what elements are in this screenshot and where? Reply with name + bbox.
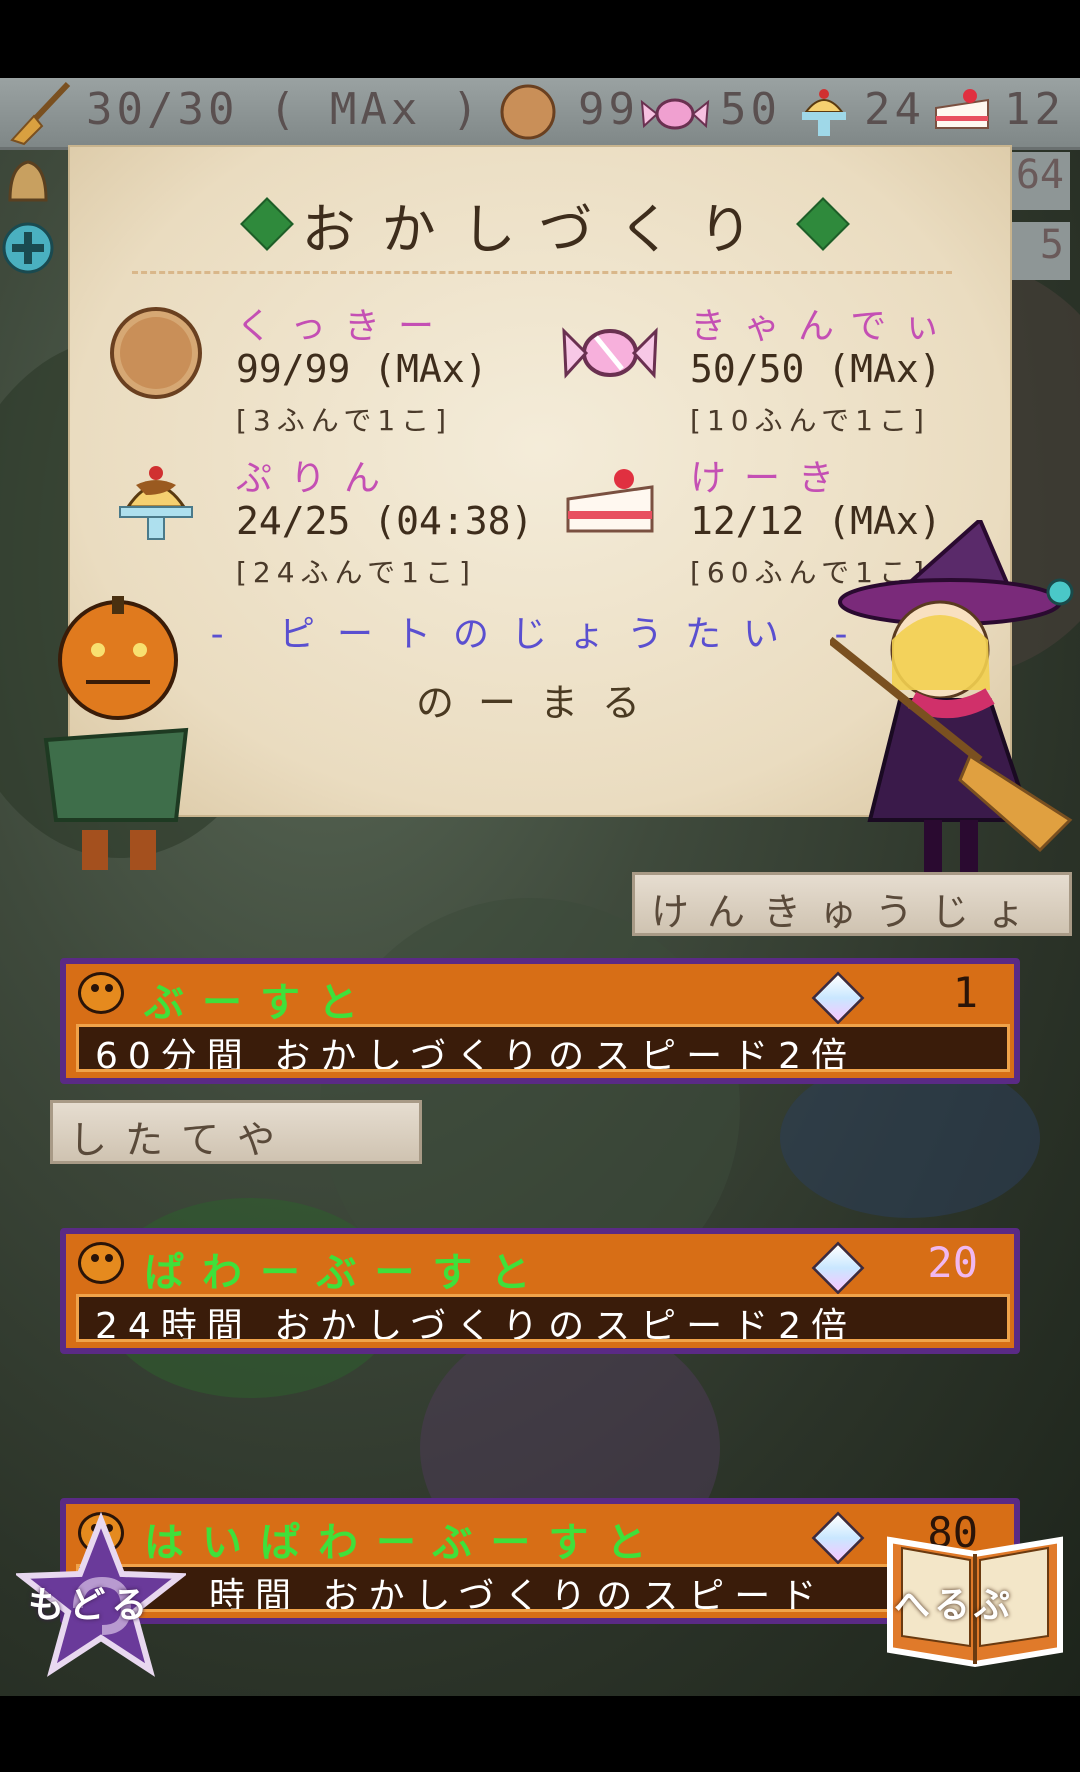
pumpkin-character [43,596,189,870]
lab-sign[interactable]: けんきゅうじょ [632,872,1072,936]
boost-title: はいぱわーぶーすと [144,1520,665,1566]
item-name: くっきー [236,306,453,347]
back-label: もどる [28,1585,154,1626]
panel-title: おかしづくり [301,198,779,261]
pudding-icon [119,466,193,540]
item-amount: 50/50 (MAx) [690,347,942,391]
stamina-value: 30/30 ( MAx ) [86,84,483,135]
pumpkin-icon [78,1242,124,1284]
boost-title: ぶーすと [144,980,376,1026]
boost-description: 60分間 おかしづくりのスピード2倍 [76,1024,1010,1072]
boost-row[interactable]: ぶーすと 1 60分間 おかしづくりのスピード2倍 [60,958,1020,1084]
item-amount: 99/99 (MAx) [236,347,488,391]
cookie-icon [110,307,202,399]
power-boost-row[interactable]: ぱわーぶーすと 20 24時間 おかしづくりのスピード2倍 [60,1228,1020,1354]
gem-icon [811,971,865,1025]
add-icon[interactable] [0,220,56,276]
bell-icon[interactable] [0,150,56,210]
resource-bar: 30/30 ( MAx ) 99 50 24 12 [0,78,1080,150]
cookie-count: 99 [578,84,639,135]
pudding-count: 24 [864,84,925,135]
pumpkin-icon [78,972,124,1014]
item-amount: 24/25 (04:38) [236,499,534,543]
item-name: けーき [690,458,853,499]
cake-icon [935,89,989,129]
gem-icon [811,1241,865,1295]
item-name: ぷりん [236,458,399,499]
item-rate: [3ふんで1こ] [236,404,453,437]
side-value-2: 5 [1010,222,1070,280]
cake-count: 12 [1004,84,1065,135]
help-label: へるぷ [894,1585,1015,1626]
cookie-icon [500,84,556,140]
item-name: きゃんでぃ [690,306,959,347]
boost-cost: 20 [927,1238,978,1287]
side-value-1: 64 [1010,152,1070,210]
gem-icon [811,1511,865,1565]
candy-icon [640,98,710,130]
hyper-power-boost-row[interactable]: はいぱわーぶーすと 80 時間 おかしづくりのスピード [60,1498,1020,1624]
boost-cost: 1 [952,968,978,1017]
cake-icon [566,469,654,533]
witch-character [830,520,1074,872]
candy-icon [562,327,658,379]
tailor-sign[interactable]: したてや [50,1100,422,1164]
item-pudding: ぷりん 24/25 (04:38) [24ふんで1こ] [106,455,536,605]
pudding-icon [802,89,846,136]
item-rate: [10ふんで1こ] [690,404,930,437]
candy-count: 50 [720,84,781,135]
divider [132,271,952,274]
item-candy: きゃんでぃ 50/50 (MAx) [10ふんで1こ] [560,303,990,453]
item-rate: [24ふんで1こ] [236,556,476,589]
boost-description: 24時間 おかしづくりのスピード2倍 [76,1294,1010,1342]
boost-description: 時間 おかしづくりのスピード [76,1564,1010,1612]
item-cookie: くっきー 99/99 (MAx) [3ふんで1こ] [106,303,536,453]
broom-icon [10,81,71,146]
boost-title: ぱわーぶーすと [144,1250,549,1296]
